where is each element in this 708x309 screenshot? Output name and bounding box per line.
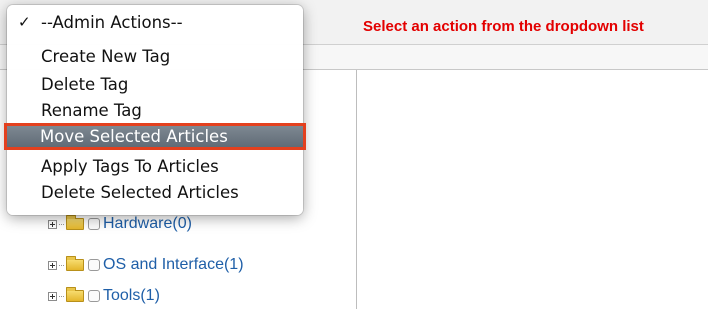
expand-icon[interactable] bbox=[48, 291, 57, 301]
tree-item-label[interactable]: Hardware(0) bbox=[103, 215, 192, 233]
expand-icon[interactable] bbox=[48, 219, 57, 229]
folder-icon bbox=[66, 287, 84, 302]
tree-item-os-and-interface[interactable]: OS and Interface(1) bbox=[48, 254, 244, 276]
menu-item-label: Delete Selected Articles bbox=[41, 183, 239, 202]
menu-item-create-new-tag[interactable]: Create New Tag bbox=[7, 45, 303, 68]
menu-item-admin-actions[interactable]: ✓ --Admin Actions-- bbox=[7, 11, 303, 34]
folder-icon bbox=[66, 256, 84, 271]
menu-item-label: Apply Tags To Articles bbox=[41, 157, 219, 176]
tag-checkbox[interactable] bbox=[88, 218, 100, 230]
article-list-pane bbox=[357, 70, 708, 309]
menu-item-label: Create New Tag bbox=[41, 47, 171, 66]
tree-item-label[interactable]: OS and Interface(1) bbox=[103, 256, 244, 274]
tree-connector bbox=[59, 264, 64, 266]
tree-connector bbox=[59, 223, 64, 225]
tree-item-label[interactable]: Tools(1) bbox=[103, 287, 160, 305]
expand-icon[interactable] bbox=[48, 260, 57, 270]
checkmark-icon: ✓ bbox=[18, 13, 31, 31]
tag-checkbox[interactable] bbox=[88, 290, 100, 302]
tag-checkbox[interactable] bbox=[88, 259, 100, 271]
menu-item-label: Rename Tag bbox=[41, 101, 142, 120]
menu-item-label: --Admin Actions-- bbox=[41, 13, 183, 32]
menu-item-apply-tags-to-articles[interactable]: Apply Tags To Articles bbox=[7, 155, 303, 178]
instruction-text: Select an action from the dropdown list bbox=[363, 18, 644, 35]
menu-item-rename-tag[interactable]: Rename Tag bbox=[7, 99, 303, 122]
admin-actions-dropdown[interactable]: ✓ --Admin Actions-- Create New Tag Delet… bbox=[4, 5, 306, 215]
menu-item-label: Delete Tag bbox=[41, 75, 129, 94]
menu-item-label: Move Selected Articles bbox=[40, 127, 228, 146]
menu-item-move-selected-articles[interactable]: Move Selected Articles bbox=[4, 123, 306, 150]
folder-icon bbox=[66, 215, 84, 230]
tree-item-hardware[interactable]: Hardware(0) bbox=[48, 213, 192, 235]
menu-item-delete-tag[interactable]: Delete Tag bbox=[7, 73, 303, 96]
menu-item-delete-selected-articles[interactable]: Delete Selected Articles bbox=[7, 181, 303, 204]
tree-item-tools[interactable]: Tools(1) bbox=[48, 285, 160, 307]
tree-connector bbox=[59, 295, 64, 297]
